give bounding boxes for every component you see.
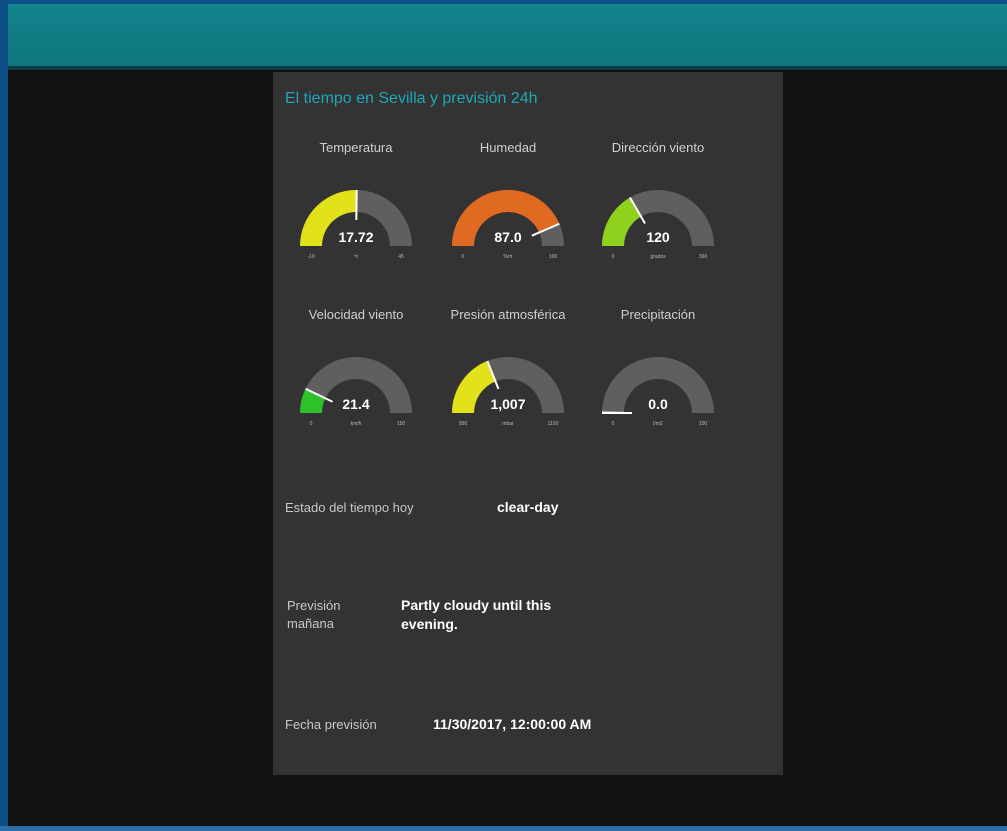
gauge-max-label: 1100: [548, 421, 559, 427]
gauge-unit: %rh: [504, 254, 513, 260]
weather-panel: El tiempo en Sevilla y previsión 24h Tem…: [273, 72, 783, 775]
gauge-unit: ºc: [354, 254, 359, 260]
gauge-direccion-viento: Dirección viento 120 grados 0 360: [583, 140, 733, 280]
gauge-title: Temperatura: [319, 140, 393, 155]
gauge-max-label: 360: [699, 254, 708, 260]
gauge-presion-atmosferica: Presión atmosférica 1,007 mbar 950 1100: [433, 307, 583, 447]
gauge-dial: 17.72 ºc -10 45: [300, 189, 412, 260]
prevision-value: Partly cloudy until this evening.: [401, 597, 552, 632]
gauge-dial: 0.0 l/m2 0 100: [602, 357, 714, 427]
bottom-strip: [0, 826, 1007, 831]
gauge-value: 1,007: [490, 396, 525, 412]
gauge-velocidad-viento: Velocidad viento 21.4 km/h 0 150: [281, 307, 431, 447]
gauge-unit: grados: [650, 254, 666, 260]
gauge-unit: mbar: [502, 421, 514, 427]
fecha-value: 11/30/2017, 12:00:00 AM: [433, 716, 592, 732]
gauge-value: 21.4: [342, 396, 369, 412]
gauge-value: 87.0: [494, 229, 521, 245]
top-bar-divider: [8, 66, 1007, 70]
gauge-precipitacion: Precipitación 0.0 l/m2 0 100: [583, 307, 733, 447]
gauge-min-label: 0: [612, 254, 615, 260]
gauge-min-label: -10: [307, 254, 314, 260]
gauge-title: Velocidad viento: [308, 307, 404, 322]
top-bar: [8, 4, 1007, 66]
gauge-dial: 21.4 km/h 0 150: [300, 357, 412, 427]
gauge-dial: 1,007 mbar 950 1100: [452, 357, 564, 427]
prevision-label: Previsión mañana: [287, 598, 341, 631]
app-window: El tiempo en Sevilla y previsión 24h Tem…: [8, 4, 1007, 826]
gauge-min-label: 950: [459, 421, 468, 427]
gauge-title: Dirección viento: [611, 140, 705, 155]
panel-title: El tiempo en Sevilla y previsión 24h: [285, 90, 538, 107]
gauge-value: 17.72: [338, 229, 373, 245]
gauge-min-label: 0: [462, 254, 465, 260]
gauge-title: Precipitación: [620, 307, 696, 322]
gauge-max-label: 45: [398, 254, 404, 260]
gauge-max-label: 150: [397, 421, 406, 427]
gauge-min-label: 0: [310, 421, 313, 427]
gauge-value: 0.0: [648, 396, 668, 412]
gauge-temperatura: Temperatura 17.72 ºc -10 45: [281, 140, 431, 280]
gauge-max-label: 100: [549, 254, 558, 260]
gauge-max-label: 100: [699, 421, 708, 427]
gauge-unit: km/h: [351, 421, 362, 427]
gauge-fill: [452, 360, 496, 413]
fecha-label: Fecha previsión: [285, 717, 377, 732]
gauge-value: 120: [646, 229, 670, 245]
estado-value: clear-day: [497, 499, 559, 515]
gauge-unit: l/m2: [653, 421, 663, 427]
gauge-title: Presión atmosférica: [450, 307, 566, 322]
gauge-humedad: Humedad 87.0 %rh 0 100: [433, 140, 583, 280]
gauge-title: Humedad: [479, 140, 537, 155]
gauge-min-label: 0: [612, 421, 615, 427]
gauge-dial: 120 grados 0 360: [602, 190, 714, 260]
gauge-dial: 87.0 %rh 0 100: [452, 189, 564, 260]
estado-label: Estado del tiempo hoy: [285, 500, 414, 515]
